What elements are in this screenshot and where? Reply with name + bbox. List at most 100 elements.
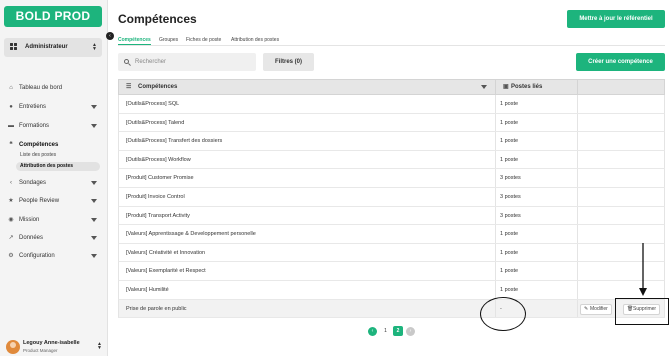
- home-icon: ⌂: [9, 85, 13, 91]
- updown-chevron-icon: ▲ ▼: [97, 341, 102, 351]
- sidebar-item-tableau-de-bord[interactable]: ⌂ Tableau de bord: [8, 82, 100, 94]
- pencil-icon: ✎: [584, 305, 589, 312]
- table-row-hovered[interactable]: Prise de parole en public - ✎ Modifier 🗑…: [118, 299, 665, 319]
- table-row[interactable]: [Produit] Customer Promise 3 postes: [118, 169, 665, 188]
- annotation-arrow: [639, 243, 647, 296]
- chevron-down-icon: [91, 254, 97, 258]
- table-row[interactable]: [Valeurs] Exemplarité et Respect 1 poste: [118, 262, 665, 281]
- table-row[interactable]: [Outils&Process] Talend 1 poste: [118, 113, 666, 133]
- skill-name: [Valeurs] Exemplarité et Respect: [126, 268, 206, 275]
- linked-posts: 3 postes: [495, 206, 577, 225]
- pagination-prev-button[interactable]: ‹: [368, 327, 377, 336]
- skill-name: [Valeurs] Créativité et Innovation: [126, 249, 206, 256]
- role-label: Administrateur: [25, 44, 68, 50]
- table-row[interactable]: [Produit] Transport Activity 3 postes: [118, 206, 666, 226]
- row-actions: [577, 95, 666, 113]
- edit-button[interactable]: ✎ Modifier: [580, 303, 612, 315]
- row-actions: [577, 243, 666, 262]
- skill-name: [Outils&Process] Talend: [126, 119, 185, 126]
- app-logo[interactable]: BOLD PROD: [4, 6, 102, 27]
- skill-name: [Valeurs] Humilité: [126, 286, 169, 293]
- updown-chevron-icon: ▲ ▼: [92, 42, 97, 52]
- sidebar-item-donnees[interactable]: ↗ Données: [8, 232, 100, 244]
- chevron-down-icon[interactable]: [481, 85, 487, 89]
- tab-fiches-de-poste[interactable]: Fiches de poste: [186, 37, 221, 44]
- sidebar-item-label: Mission: [19, 217, 40, 223]
- pagination-page-1[interactable]: 1: [381, 327, 390, 336]
- sidebar-item-entretiens[interactable]: ● Entretiens: [8, 101, 100, 113]
- star-icon: ★: [8, 198, 14, 204]
- linked-posts: 1 poste: [495, 243, 577, 262]
- sidebar-item-mission[interactable]: ◉ Mission: [8, 214, 100, 226]
- table-row[interactable]: [Valeurs] Apprentissage & Developpement …: [118, 225, 665, 244]
- row-actions: [577, 132, 666, 150]
- sidebar-item-label: Données: [19, 235, 44, 241]
- chevron-down-icon: [91, 236, 97, 240]
- skills-icon: ❝: [9, 142, 13, 148]
- annotation-circle: [480, 297, 526, 331]
- sidebar-item-formations[interactable]: ▬ Formations: [8, 120, 100, 132]
- sidebar-subitem-liste-des-postes[interactable]: Liste des postes: [16, 151, 100, 160]
- annotation-box: [615, 298, 669, 325]
- pagination-next-button[interactable]: ›: [406, 327, 415, 336]
- update-referential-button[interactable]: Mettre à jour le référentiel: [567, 10, 665, 28]
- page-title: Compétences: [118, 12, 197, 26]
- row-actions: [577, 262, 666, 280]
- skill-name: Prise de parole en public: [126, 305, 187, 312]
- sidebar-item-label: Entretiens: [19, 104, 47, 110]
- table-row[interactable]: [Valeurs] Créativité et Innovation 1 pos…: [118, 243, 666, 263]
- column-header-label: Postes liés: [511, 84, 543, 90]
- tab-attribution-des-postes[interactable]: Attribution des postes: [231, 37, 279, 44]
- pagination-page-2-current[interactable]: 2: [393, 326, 403, 336]
- tab-groupes[interactable]: Groupes: [159, 37, 178, 44]
- sidebar-item-label: Configuration: [19, 253, 55, 259]
- table-row[interactable]: [Outils&Process] Workflow 1 poste: [118, 150, 666, 170]
- table-row[interactable]: [Outils&Process] Transfert des dossiers …: [118, 132, 665, 151]
- sidebar-item-competences[interactable]: ❝ Compétences: [8, 139, 100, 151]
- avatar: [6, 340, 20, 354]
- chevron-down-icon: [91, 181, 97, 185]
- row-actions: [577, 225, 666, 243]
- table-row[interactable]: [Valeurs] Humilité 1 poste: [118, 280, 665, 300]
- sidebar-item-label: Formations: [19, 123, 50, 129]
- linked-posts: 3 postes: [495, 169, 577, 187]
- row-actions: [577, 150, 666, 169]
- sidebar-item-people-review[interactable]: ★ People Review: [8, 195, 100, 207]
- app-root: BOLD PROD Administrateur ▲ ▼ ⌂ Tableau de…: [0, 0, 670, 356]
- column-header-actions: [577, 80, 666, 94]
- search-input[interactable]: Rechercher: [118, 53, 256, 71]
- table-row[interactable]: [Produit] Invoice Control 3 postes: [118, 187, 666, 207]
- column-header-postes-lies[interactable]: ▣ Postes liés: [495, 80, 577, 94]
- table-row[interactable]: [Outils&Process] SQL 1 poste: [118, 95, 665, 114]
- create-skill-button[interactable]: Créer une compétence: [576, 53, 665, 71]
- user-menu[interactable]: Legouy Anne-isabelle Product Manager ▲ ▼: [4, 338, 104, 354]
- compass-icon: ◉: [8, 217, 14, 223]
- row-actions: [577, 113, 666, 132]
- sidebar-subitem-attribution-des-postes[interactable]: Attribution des postes: [16, 162, 100, 171]
- sidebar-item-configuration[interactable]: ⚙ Configuration: [8, 250, 100, 262]
- linked-posts: 1 poste: [495, 280, 577, 299]
- filters-button[interactable]: Filtres (0): [263, 53, 314, 71]
- sidebar-subitem-label: Liste des postes: [20, 152, 57, 158]
- skill-name: [Produit] Invoice Control: [126, 193, 185, 200]
- linked-posts: 3 postes: [495, 187, 577, 206]
- role-selector[interactable]: Administrateur ▲ ▼: [4, 38, 102, 57]
- collapse-sidebar-button[interactable]: ‹: [106, 32, 114, 40]
- row-actions: [577, 187, 666, 206]
- sidebar-item-label: Sondages: [19, 180, 47, 186]
- skill-name: [Valeurs] Apprentissage & Developpement …: [126, 231, 256, 238]
- tab-competences[interactable]: Compétences: [118, 37, 151, 45]
- linked-posts: 1 poste: [495, 262, 577, 280]
- sidebar-item-sondages[interactable]: ‹ Sondages: [8, 177, 100, 189]
- column-header-label: Compétences: [138, 84, 178, 90]
- linked-posts: 1 poste: [495, 225, 577, 243]
- row-actions: [577, 169, 666, 187]
- row-actions: [577, 206, 666, 225]
- linked-posts: 1 poste: [495, 150, 577, 169]
- search-placeholder: Rechercher: [135, 59, 167, 65]
- skill-name: [Outils&Process] Transfert des dossiers: [126, 138, 223, 145]
- chevron-down-icon: [91, 105, 97, 109]
- column-header-competences[interactable]: ☰ Compétences: [119, 80, 495, 94]
- edit-label: Modifier: [590, 305, 608, 312]
- skill-name: [Outils&Process] SQL: [126, 101, 180, 107]
